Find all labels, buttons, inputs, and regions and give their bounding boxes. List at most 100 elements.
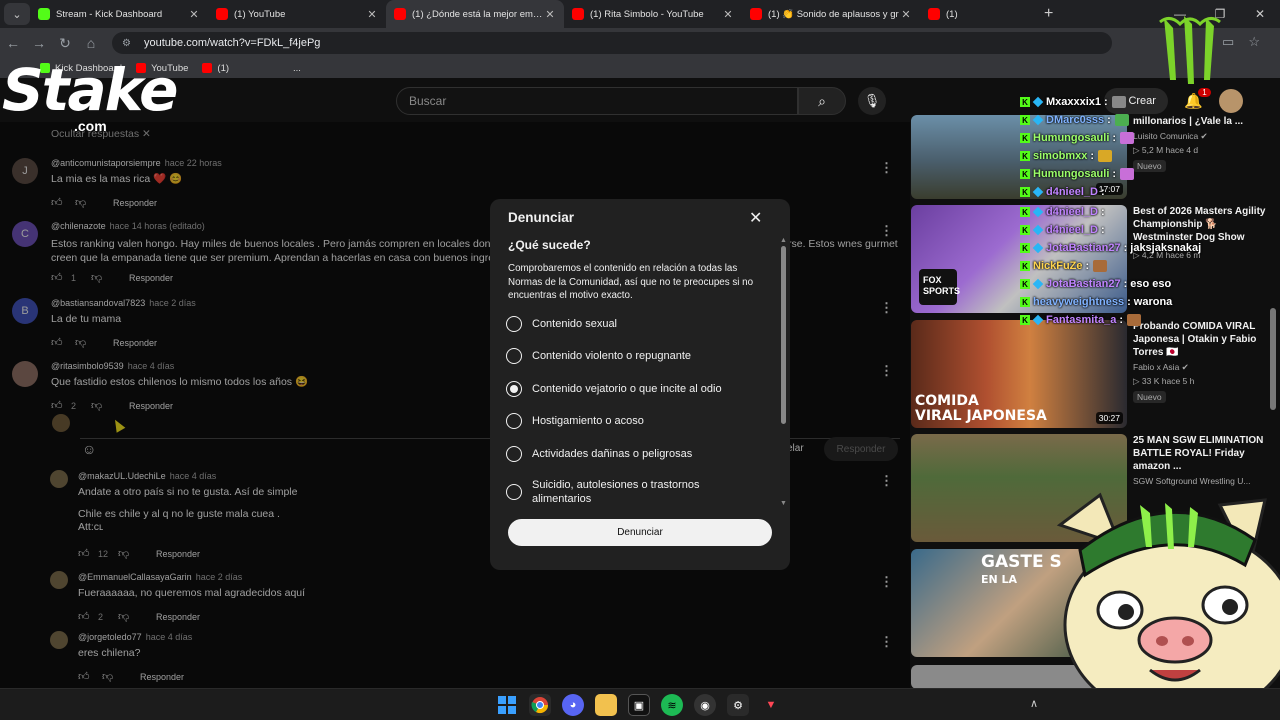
chat-username[interactable]: Humungosauli	[1033, 168, 1109, 180]
kick-badge-icon: K	[1020, 279, 1030, 289]
reload-icon[interactable]: ↻	[52, 35, 78, 52]
notifications-icon[interactable]: 🔔 1	[1184, 88, 1211, 110]
chrome-icon[interactable]	[529, 694, 551, 716]
fox-sports-logo: FOX SPORTS	[919, 269, 960, 305]
bookmark-youtube-2[interactable]: (1)	[202, 63, 229, 74]
search-input[interactable]: Buscar	[396, 87, 798, 115]
chat-username[interactable]: Fantasmita_a	[1046, 314, 1116, 326]
browser-tab[interactable]: (1) Rita Simbolo - YouTube ✕	[564, 0, 742, 28]
kick-badge-icon: K	[1020, 297, 1030, 307]
video-title[interactable]: Probando COMIDA VIRAL Japonesa | Otakin …	[1133, 320, 1273, 359]
page-scrollbar[interactable]	[1270, 308, 1276, 410]
new-tab-icon[interactable]: +	[1044, 5, 1053, 23]
chat-username[interactable]: NickFuZe	[1033, 260, 1083, 272]
tab-title: (1)	[946, 8, 958, 20]
bookmark-star-icon[interactable]: ☆	[1248, 34, 1260, 50]
chat-username[interactable]: JotaBastian27	[1046, 242, 1121, 254]
video-info: millonarios | ¿Vale la ... Luisito Comun…	[1133, 115, 1273, 174]
close-tab-icon[interactable]: ✕	[544, 8, 556, 21]
tab-search-icon[interactable]: ⌄	[4, 3, 30, 25]
report-option-label: Actividades dañinas o peligrosas	[532, 448, 693, 460]
close-icon[interactable]: ✕	[749, 208, 762, 228]
monster-energy-logo	[1159, 16, 1221, 84]
kick-badge-icon: K	[1020, 243, 1030, 253]
kick-badge-icon: K	[1020, 261, 1030, 271]
gem-badge-icon	[1032, 206, 1044, 218]
report-option[interactable]: Actividades dañinas o peligrosas	[506, 446, 756, 462]
close-window-icon[interactable]: ✕	[1240, 0, 1280, 28]
tray-expand-icon[interactable]: ∧	[1030, 697, 1038, 710]
chat-separator: :	[1090, 150, 1095, 162]
close-tab-icon[interactable]: ✕	[722, 8, 734, 21]
capcut-icon[interactable]: ▣	[628, 694, 650, 716]
report-option[interactable]: Contenido vejatorio o que incite al odio	[506, 381, 756, 397]
browser-tab[interactable]: (1) 👏 Sonido de aplausos y gr ✕	[742, 0, 920, 28]
chat-text: eso eso	[1130, 278, 1172, 290]
forward-icon[interactable]: →	[26, 35, 52, 51]
browser-tab[interactable]: Stream - Kick Dashboard ✕	[30, 0, 208, 28]
search-icon[interactable]: ⌕	[798, 87, 846, 115]
chat-username[interactable]: Humungosauli	[1033, 132, 1109, 144]
home-icon[interactable]: ⌂	[78, 35, 104, 51]
browser-tab[interactable]: (1) ¿Dónde está la mejor empan ✕	[386, 0, 564, 28]
dialog-scrollbar[interactable]	[781, 246, 786, 424]
tab-title: (1) YouTube	[234, 8, 286, 20]
discord-icon[interactable]: ◕	[562, 694, 584, 716]
chat-username[interactable]: DMarc0sss	[1046, 114, 1104, 126]
video-title[interactable]: 25 MAN SGW ELIMINATION BATTLE ROYAL! Fri…	[1133, 434, 1273, 473]
browser-tab[interactable]: (1)	[920, 0, 1040, 28]
close-tab-icon[interactable]: ✕	[900, 8, 912, 21]
url-input[interactable]: ⚙ youtube.com/watch?v=FDkL_f4jePg	[112, 32, 1112, 54]
video-title[interactable]: millonarios | ¿Vale la ...	[1133, 115, 1273, 128]
chat-username[interactable]: d4nieel_D	[1046, 224, 1098, 236]
spotify-icon[interactable]: ≋	[661, 694, 683, 716]
back-icon[interactable]: ←	[0, 35, 26, 51]
thumbnail-caption: COMIDA VIRAL JAPONESA	[915, 393, 1047, 424]
chat-username[interactable]: simobmxx	[1033, 150, 1087, 162]
radio-button[interactable]	[506, 413, 522, 429]
windows-icon[interactable]	[496, 694, 518, 716]
browser-tab[interactable]: (1) YouTube ✕	[208, 0, 386, 28]
chat-username[interactable]: Mxaxxxix1	[1046, 96, 1101, 108]
channel-name[interactable]: Luisito Comunica ✔	[1133, 131, 1273, 142]
close-tab-icon[interactable]: ✕	[366, 8, 378, 21]
video-title[interactable]: Best of 2026 Masters Agility Championshi…	[1133, 205, 1273, 244]
radio-button[interactable]	[506, 381, 522, 397]
tab-list: Stream - Kick Dashboard ✕ (1) YouTube ✕ (1) …	[30, 0, 1040, 28]
chat-username[interactable]: d4nieel_D	[1046, 206, 1098, 218]
report-option[interactable]: Contenido sexual	[506, 316, 756, 332]
report-dialog: Denunciar ✕ ¿Qué sucede? Comprobaremos e…	[490, 199, 790, 570]
chat-username[interactable]: d4nieel_D	[1046, 186, 1098, 198]
valorant-icon[interactable]: ▼	[760, 694, 782, 716]
report-option[interactable]: Suicidio, autolesiones o trastornos alim…	[506, 478, 756, 506]
scroll-up-icon[interactable]: ▲	[780, 237, 787, 244]
close-tab-icon[interactable]: ✕	[188, 8, 200, 21]
account-avatar[interactable]	[1218, 89, 1243, 113]
report-option[interactable]: Contenido violento o repugnante	[506, 348, 756, 364]
chat-message: Kheavyweightness: warona	[1020, 294, 1172, 310]
site-info-icon[interactable]: ⚙	[122, 38, 136, 49]
video-thumbnail[interactable]: COMIDA VIRAL JAPONESA 30:27	[911, 320, 1127, 428]
chat-emote-icon	[1120, 168, 1135, 180]
radio-button[interactable]	[506, 484, 522, 500]
report-option[interactable]: Hostigamiento o acoso	[506, 413, 756, 429]
microphone-icon[interactable]: 🎙	[858, 87, 886, 115]
related-video-3[interactable]: COMIDA VIRAL JAPONESA 30:27 Probando COM…	[910, 320, 1280, 428]
radio-button[interactable]	[506, 348, 522, 364]
bookmarks-overflow[interactable]: ...	[293, 63, 301, 74]
report-submit-button[interactable]: Denunciar	[508, 519, 772, 546]
folder-icon[interactable]	[595, 694, 617, 716]
chat-message: K NickFuZe:	[1020, 258, 1108, 274]
dialog-question: ¿Qué sucede?	[508, 238, 591, 252]
scroll-down-icon[interactable]: ▼	[780, 500, 787, 507]
radio-button[interactable]	[506, 316, 522, 332]
radio-button[interactable]	[506, 446, 522, 462]
chat-username[interactable]: heavyweightness	[1033, 296, 1124, 308]
chat-separator: :	[1123, 242, 1128, 254]
chat-separator: :	[1123, 278, 1128, 290]
obs-icon[interactable]: ◉	[694, 694, 716, 716]
chat-username[interactable]: JotaBastian27	[1046, 278, 1121, 290]
dialog-description: Comprobaremos el contenido en relación a…	[508, 263, 754, 301]
settings-icon[interactable]: ⚙	[727, 694, 749, 716]
channel-name[interactable]: Fabio x Asia ✔	[1133, 362, 1273, 373]
